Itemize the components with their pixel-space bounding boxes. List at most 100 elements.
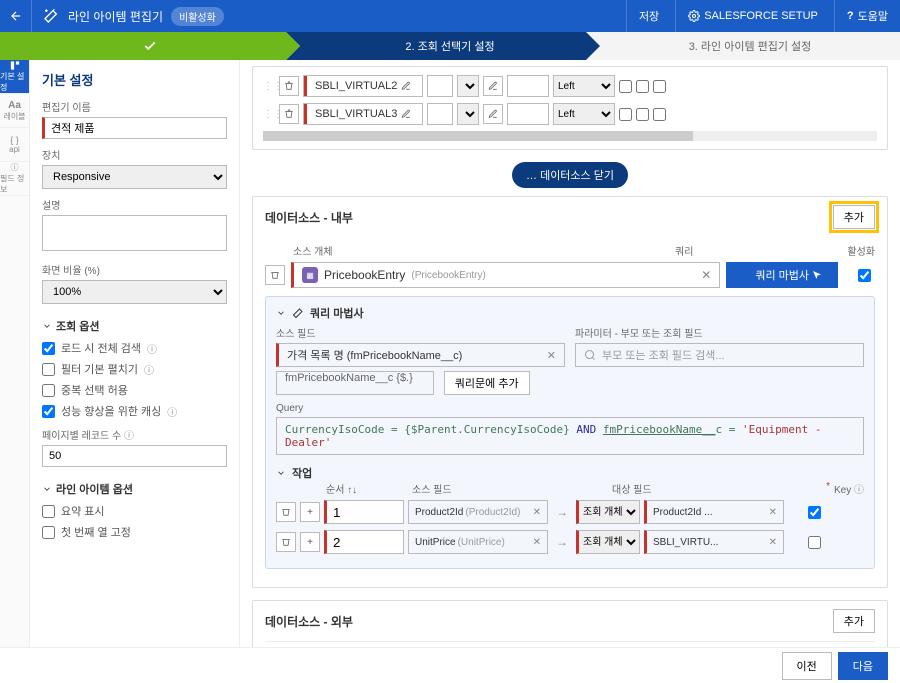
col-checkbox[interactable] (636, 80, 649, 93)
step-3[interactable]: 3. 라인 아이템 편집기 설정 (586, 32, 900, 60)
format-button[interactable] (483, 76, 503, 96)
virtual-label[interactable]: SBLI_VIRTUAL2 (303, 75, 423, 97)
text-icon: Aa (8, 100, 21, 111)
key-checkbox[interactable] (808, 536, 821, 549)
src-field-input[interactable]: Product2Id (Product2Id)✕ (408, 500, 548, 524)
device-select[interactable]: Responsive (42, 165, 227, 189)
back-button[interactable] (0, 0, 32, 32)
col-checkbox[interactable] (653, 80, 666, 93)
lookup-options-toggle[interactable]: 조회 옵션 (42, 318, 227, 334)
step-1[interactable] (0, 32, 300, 60)
filter-checkbox[interactable] (42, 363, 55, 376)
delete-action-button[interactable] (276, 502, 296, 522)
col-checkbox[interactable] (619, 108, 632, 121)
sidenav-basic[interactable]: 기본 설정 (0, 60, 29, 94)
desc-textarea[interactable] (42, 215, 227, 251)
clear-icon[interactable]: ✕ (701, 268, 711, 282)
target-scope-select[interactable]: 조회 개체 (576, 500, 640, 524)
target-scope-select[interactable]: 조회 개체 (576, 530, 640, 554)
editor-name-label: 편집기 이름 (42, 99, 227, 114)
delete-row-button[interactable] (279, 76, 299, 96)
sidenav-fieldinfo[interactable]: ⓘ 필드 정보 (0, 162, 29, 196)
add-action-button[interactable]: + (300, 532, 320, 552)
clear-icon[interactable]: ✕ (769, 507, 777, 518)
key-checkbox[interactable] (808, 506, 821, 519)
col-checkbox[interactable] (619, 80, 632, 93)
source-object-input[interactable]: ▦ PricebookEntry (PricebookEntry) ✕ (291, 262, 720, 288)
width-input[interactable] (507, 103, 549, 125)
lineitem-options-toggle[interactable]: 라인 아이템 옵션 (42, 481, 227, 497)
drag-handle-icon[interactable]: ⋮⋮ (263, 109, 275, 120)
order-input[interactable] (324, 530, 404, 554)
align-select[interactable]: Left (553, 103, 615, 125)
query-wizard-button[interactable]: 쿼리 마법사 (726, 262, 838, 288)
pagesize-input[interactable] (42, 445, 227, 467)
next-button[interactable]: 다음 (838, 652, 888, 680)
prev-button[interactable]: 이전 (782, 652, 832, 680)
summary-checkbox[interactable] (42, 505, 55, 518)
delete-action-button[interactable] (276, 532, 296, 552)
col-input[interactable] (427, 75, 453, 97)
field-chip[interactable]: fmPricebookName__c {$.} (276, 371, 434, 395)
ratio-select[interactable]: 100% (42, 280, 227, 304)
col-checkbox[interactable] (653, 108, 666, 121)
edit-icon (488, 109, 498, 119)
virtual-label[interactable]: SBLI_VIRTUAL3 (303, 103, 423, 125)
filter-label: 필터 기본 펼치기 (61, 361, 138, 377)
clear-icon[interactable]: ✕ (547, 349, 556, 362)
src-field-input[interactable]: UnitPrice (UnitPrice)✕ (408, 530, 548, 554)
delete-ds-button[interactable] (265, 265, 285, 285)
ds-outer-title: 데이터소스 - 외부 (265, 613, 353, 630)
add-outer-ds-button[interactable]: 추가 (833, 609, 875, 633)
step-2[interactable]: 2. 조회 선택기 설정 (286, 32, 600, 60)
clear-icon[interactable]: ✕ (533, 507, 541, 518)
col-order: 순서 ↑↓ (326, 481, 412, 496)
info-icon[interactable]: ⓘ (167, 404, 177, 419)
query-textarea[interactable]: CurrencyIsoCode = {$Parent.CurrencyIsoCo… (276, 417, 864, 455)
arrow-right-icon: → (556, 505, 568, 519)
delete-row-button[interactable] (279, 104, 299, 124)
order-input[interactable] (324, 500, 404, 524)
editor-name-input[interactable] (42, 117, 227, 139)
drag-handle-icon[interactable]: ⋮⋮ (263, 81, 275, 92)
clear-icon[interactable]: ✕ (769, 537, 777, 548)
chevron-down-icon[interactable] (276, 468, 286, 478)
clear-icon[interactable]: ✕ (533, 537, 541, 548)
col-input[interactable] (427, 103, 453, 125)
fullsearch-checkbox[interactable] (42, 342, 55, 355)
cache-checkbox[interactable] (42, 405, 55, 418)
footer: 이전 다음 (0, 647, 900, 683)
col-checkbox[interactable] (636, 108, 649, 121)
col-key: Key ⓘ (834, 481, 864, 496)
virtual-row: ⋮⋮ SBLI_VIRTUAL2 Left (263, 75, 877, 97)
dup-checkbox[interactable] (42, 384, 55, 397)
info-icon[interactable]: ⓘ (144, 362, 154, 377)
sidenav-label[interactable]: Aa 레이블 (0, 94, 29, 128)
virtual-row: ⋮⋮ SBLI_VIRTUAL3 Left (263, 103, 877, 125)
add-inner-ds-button[interactable]: 추가 (833, 205, 875, 229)
question-icon: ? (847, 10, 854, 22)
fullsearch-label: 로드 시 전체 검색 (61, 340, 141, 356)
close-datasource-button[interactable]: … 데이터소스 닫기 (512, 162, 628, 188)
cursor-icon (811, 269, 823, 281)
salesforce-setup-button[interactable]: SALESFORCE SETUP (675, 0, 830, 32)
align-select[interactable]: Left (553, 75, 615, 97)
freeze-checkbox[interactable] (42, 526, 55, 539)
format-button[interactable] (483, 104, 503, 124)
help-button[interactable]: ? 도움말 (834, 0, 900, 32)
horizontal-scrollbar[interactable] (263, 131, 877, 141)
add-action-button[interactable]: + (300, 502, 320, 522)
sidenav-api[interactable]: { } api (0, 128, 29, 162)
chevron-down-icon[interactable] (276, 308, 286, 318)
info-icon[interactable]: ⓘ (147, 341, 157, 356)
tgt-field-input[interactable]: SBLI_VIRTU...✕ (644, 530, 784, 554)
width-input[interactable] (507, 75, 549, 97)
col-select[interactable] (457, 103, 479, 125)
active-checkbox[interactable] (858, 269, 871, 282)
source-field-input[interactable]: 가격 목록 명 (fmPricebookName__c) ✕ (276, 343, 565, 367)
col-select[interactable] (457, 75, 479, 97)
param-search-input[interactable]: 부모 또는 조회 필드 검색... (575, 343, 864, 367)
save-button[interactable]: 저장 (626, 0, 671, 32)
tgt-field-input[interactable]: Product2Id ...✕ (644, 500, 784, 524)
add-to-query-button[interactable]: 쿼리문에 추가 (444, 371, 530, 395)
